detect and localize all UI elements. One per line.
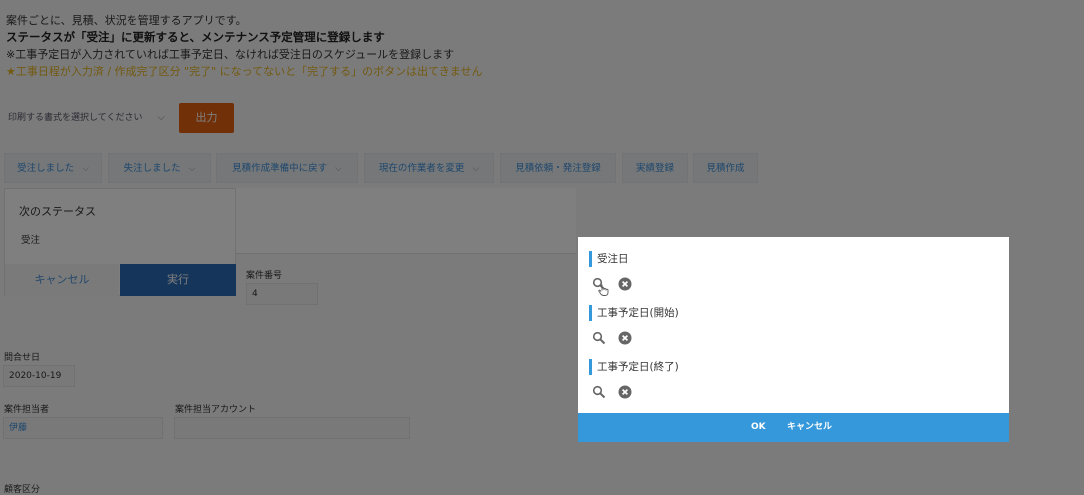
cancel-button[interactable]: キャンセル (787, 413, 832, 442)
modal-section-title: 受注日 (589, 251, 629, 267)
modal-section-title: 工事予定日(終了) (589, 359, 679, 375)
clear-icon[interactable] (618, 331, 632, 345)
search-icon[interactable] (592, 331, 606, 345)
clear-icon[interactable] (618, 277, 632, 291)
modal-section-title: 工事予定日(開始) (589, 305, 679, 321)
search-icon[interactable] (592, 385, 606, 399)
modal-footer: OK キャンセル (578, 413, 1009, 442)
hand-pointer-icon (598, 284, 609, 296)
date-picker-modal: 受注日 工事予定日(開始) 工事予定日(終了) OK キャンセル (578, 237, 1009, 442)
clear-icon[interactable] (618, 385, 632, 399)
ok-button[interactable]: OK (751, 413, 766, 442)
